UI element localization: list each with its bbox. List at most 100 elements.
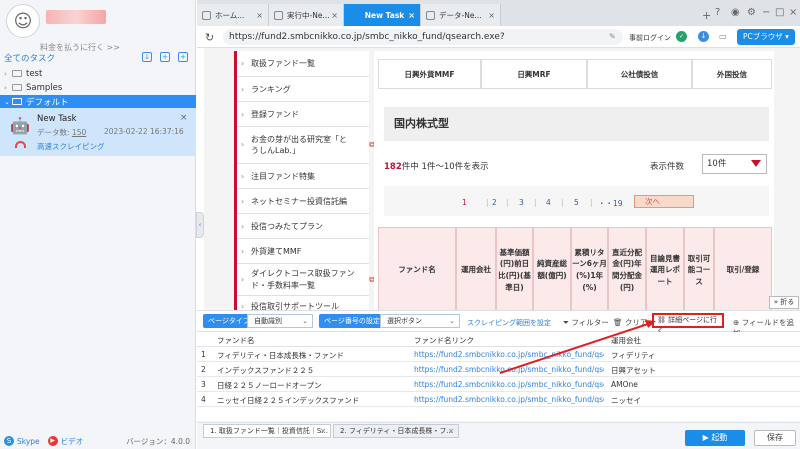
folder-label: デフォルト — [26, 97, 69, 108]
chevron-down-icon: ⌄ — [302, 317, 308, 325]
filter-icon: ⏷ — [563, 318, 569, 327]
tab-running[interactable]: 実行中-Ne... × — [269, 4, 344, 26]
table-row-partial[interactable] — [197, 407, 800, 422]
category-tab[interactable]: 外国投信 — [692, 59, 772, 89]
minimize-icon[interactable]: − — [762, 7, 770, 18]
task-mode[interactable]: 高速スクレイピング — [37, 141, 105, 152]
close-icon[interactable]: × — [331, 11, 338, 20]
new-tab-icon[interactable]: + — [702, 9, 711, 22]
step-tab-1[interactable]: 1. 取扱ファンド一覧｜投資信託｜S... × — [203, 424, 331, 438]
maximize-icon[interactable]: □ — [775, 7, 784, 18]
clear-button[interactable]: 🗑 クリア — [613, 317, 647, 328]
menu-item[interactable]: › お金の芽が出る研究室「とうしんLab.」 ⧉ — [237, 127, 375, 164]
skype-icon[interactable]: S — [4, 436, 14, 446]
page-icon — [274, 10, 283, 20]
column-header: 取引可能コース — [684, 227, 714, 310]
fold-button[interactable]: » 折る — [769, 296, 799, 309]
close-icon[interactable]: × — [408, 11, 415, 20]
launch-button[interactable]: ▶ 起動 — [685, 430, 745, 446]
message-icon[interactable]: ▭ — [719, 32, 727, 41]
category-tab[interactable]: 公社債投信 — [587, 59, 692, 89]
trash-icon: 🗑 — [613, 318, 623, 327]
column-header[interactable]: ファンド名リンク — [414, 335, 604, 346]
reload-icon[interactable]: ↻ — [205, 31, 214, 44]
close-icon[interactable]: × — [256, 11, 263, 20]
close-window-icon[interactable]: × — [789, 7, 797, 18]
category-tab[interactable]: 日興外貨MMF — [378, 59, 481, 89]
scroll-range-link[interactable]: スクレイピング範囲を設定 — [467, 318, 551, 328]
tab-home[interactable]: ホーム... × — [197, 4, 269, 26]
collapse-sidebar-handle[interactable]: ‹ — [196, 212, 204, 238]
table-row[interactable]: 4 ニッセイ日経２２５インデックスファンド https://fund2.smbcni… — [197, 392, 800, 407]
table-row[interactable]: 1 フィデリティ・日本成長株・ファンド https://fund2.smbcnikk… — [197, 347, 800, 362]
menu-item[interactable]: › ランキング — [237, 77, 369, 102]
tab-data[interactable]: データ-Ne... × — [421, 4, 501, 26]
url-input[interactable]: https://fund2.smbcnikko.co.jp/smbc_nikko… — [223, 29, 623, 58]
next-page-button[interactable]: 次へ — [634, 195, 694, 208]
menu-item[interactable]: › 投信取引サポートツール — [237, 296, 369, 310]
filter-button[interactable]: ⏷ フィルター — [563, 317, 609, 328]
video-link[interactable]: ビデオ — [61, 436, 84, 447]
gear-icon[interactable]: ⚙ — [747, 7, 756, 18]
folder-icon — [12, 98, 22, 105]
fund-side-menu: › 取扱ファンド一覧 › ランキング › 登録ファンド › お金の芽が出る研究室「とうし… — [234, 51, 375, 310]
save-button[interactable]: 保存 — [754, 430, 796, 446]
folder-samples[interactable]: › Samples — [0, 81, 196, 94]
column-header: 目論見書運用レポート — [646, 227, 684, 310]
menu-item[interactable]: › 注目ファンド特集 — [237, 164, 369, 189]
display-count-select[interactable]: 10件 — [702, 154, 767, 174]
table-row[interactable]: 2 インデックスファンド２２５ https://fund2.smbcnikko.co… — [197, 362, 800, 377]
task-date: 2023-02-22 16:37:16 — [104, 127, 184, 136]
step-tab-2[interactable]: 2. フィデリティ・日本成長株・フ... × — [333, 424, 459, 438]
dropdown-triangle-icon — [751, 160, 761, 167]
import-icon[interactable]: ↓ — [142, 52, 152, 62]
page-link[interactable]: 2 — [492, 198, 497, 207]
page-link[interactable]: 1 — [462, 198, 467, 207]
address-bar: ↻ https://fund2.smbcnikko.co.jp/smbc_nik… — [197, 26, 800, 58]
help-icon[interactable]: ? — [715, 7, 720, 18]
folder-icon — [12, 84, 22, 91]
category-tab[interactable]: 日興MRF — [481, 59, 587, 89]
prelogin-button[interactable]: 事前ログイン — [629, 33, 671, 43]
all-tasks-label[interactable]: 全てのタスク — [4, 52, 55, 64]
chevron-right-icon: › — [4, 83, 7, 92]
folder-default[interactable]: ⌄ デフォルト — [0, 95, 196, 108]
video-icon[interactable]: ▶ — [47, 436, 58, 446]
folder-test[interactable]: › test — [0, 67, 196, 80]
edit-icon[interactable]: ✎ — [609, 32, 616, 41]
menu-item[interactable]: › 登録ファンド — [237, 102, 369, 127]
task-name[interactable]: New Task — [37, 114, 77, 124]
shield-icon[interactable]: ✓ — [676, 31, 687, 42]
page-link[interactable]: ・・19 — [598, 198, 623, 209]
tab-new-task[interactable]: New Task × — [344, 4, 421, 26]
menu-item[interactable]: › 取扱ファンド一覧 — [237, 51, 369, 77]
column-header[interactable]: ファンド名 — [217, 335, 407, 346]
menu-item[interactable]: › 外貨建てMMF — [237, 239, 369, 264]
close-icon[interactable]: × — [488, 11, 495, 20]
fund-list-content: 日興外貨MMF 日興MRF 公社債投信 外国投信 国内株式型 182件中 1件〜… — [374, 51, 774, 310]
page-link[interactable]: 4 — [546, 198, 551, 207]
close-icon[interactable]: × — [180, 113, 188, 123]
chevron-right-icon: › — [4, 69, 7, 78]
pagination: 1 | 2 | 3 | 4 | 5 | ・・19 次へ — [384, 186, 769, 216]
add-task-icon[interactable]: + — [178, 52, 188, 62]
download-icon[interactable]: ↓ — [698, 31, 709, 42]
page-link[interactable]: 5 — [574, 198, 579, 207]
column-header: 基準価額(円)前日比(円)(基準日) — [496, 227, 533, 310]
home-icon — [202, 10, 211, 20]
new-folder-icon[interactable]: + — [160, 52, 170, 62]
menu-item[interactable]: › ダイレクトコース取扱ファンド・手数料率一覧 ⧉ — [237, 264, 375, 296]
menu-item[interactable]: › 投信つみたてプラン — [237, 214, 369, 239]
page-type-select[interactable]: 自動識別 ⌄ — [247, 314, 313, 328]
extraction-toolbar: ページタイプ 自動識別 ⌄ ページ番号の設定 選択ボタン ⌄ スクレイピング範囲を設… — [197, 296, 800, 338]
go-detail-page-button[interactable]: ⛓ 詳細ページに行く — [652, 313, 724, 335]
skype-link[interactable]: Skype — [17, 437, 40, 446]
table-row[interactable]: 3 日経２２５ノーロードオープン https://fund2.smbcnikko.c… — [197, 377, 800, 392]
page-link[interactable]: 3 — [519, 198, 524, 207]
extracted-data-table: ファンド名 ファンド名リンク 運用会社 1 フィデリティ・日本成長株・ファンド ht… — [197, 332, 800, 422]
record-icon[interactable]: ◉ — [731, 7, 740, 18]
column-header[interactable]: 運用会社 — [611, 335, 800, 346]
page-number-select[interactable]: 選択ボタン ⌄ — [380, 314, 460, 328]
menu-item[interactable]: › ネットセミナー投資信託編 — [237, 189, 369, 214]
pc-browser-button[interactable]: PCブラウザ ▾ — [737, 29, 795, 45]
